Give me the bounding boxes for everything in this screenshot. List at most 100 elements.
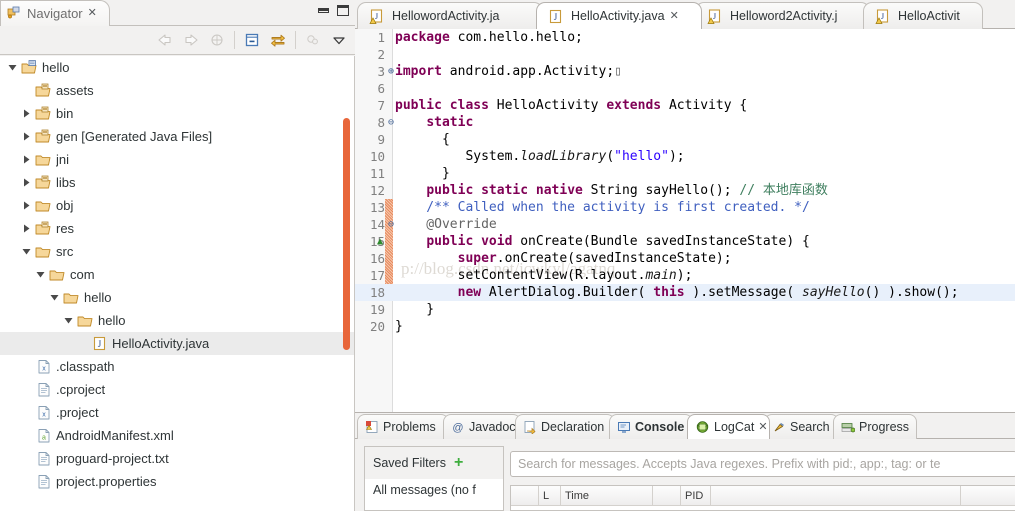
bottom-tab-label: Search (790, 420, 830, 434)
tree-item-assets[interactable]: assets (0, 79, 354, 102)
project-tree[interactable]: hello assets bin gen [Generated Java Files]… (0, 56, 355, 511)
code-text: public class HelloActivity extends Activ… (395, 98, 748, 113)
tree-item-bin[interactable]: bin (0, 102, 354, 125)
twisty-open-icon[interactable] (46, 293, 62, 302)
editor-tab-1[interactable]: J HelloActivity.java ✕ (536, 2, 702, 29)
code-editor[interactable]: p://blog.csdn.net/jcwkyl/agatnq 1 package… (355, 29, 1015, 412)
editor-tab-label: HelloActivit (898, 9, 960, 23)
code-text: setContentView(R.layout.main); (395, 268, 693, 283)
tree-item-obj[interactable]: obj (0, 194, 354, 217)
line-number: 14 (369, 217, 385, 232)
twisty-closed-icon[interactable] (18, 132, 34, 141)
code-line: 19 } (355, 301, 1015, 318)
navigator-scrollbar[interactable] (343, 118, 350, 350)
text-file-icon (34, 451, 52, 466)
logcat-column-header[interactable] (653, 486, 681, 505)
tree-item-hello[interactable]: hello (0, 56, 354, 79)
twisty-closed-icon[interactable] (18, 224, 34, 233)
xml-file-icon: x (34, 359, 52, 374)
twisty-open-icon[interactable] (18, 247, 34, 256)
twisty-closed-icon[interactable] (18, 178, 34, 187)
editor-area: J HellowordActivity.ja J HelloActivity.java… (355, 0, 1015, 412)
code-text: package com.hello.hello; (395, 30, 583, 45)
tree-item-project-properties[interactable]: project.properties (0, 470, 354, 493)
tree-item-label: project.properties (56, 474, 157, 489)
editor-tab-label: HelloActivity.java (571, 9, 665, 23)
twisty-closed-icon[interactable] (18, 109, 34, 118)
bottom-tab-label: Javadoc (469, 420, 516, 434)
navigator-tabbar: Navigator ✕ (0, 0, 355, 26)
logcat-search-input[interactable]: Search for messages. Accepts Java regexe… (510, 451, 1015, 477)
minimize-icon[interactable] (318, 8, 329, 13)
twisty-open-icon[interactable] (60, 316, 76, 325)
navigator-close-icon[interactable]: ✕ (88, 8, 97, 19)
text-file-icon (34, 474, 52, 489)
navigator-tab[interactable]: Navigator ✕ (0, 0, 110, 26)
code-line: 8 ⊖ static (355, 114, 1015, 131)
bottom-tab-console[interactable]: Console (609, 414, 693, 439)
twisty-open-icon[interactable] (4, 63, 20, 72)
tree-item-src[interactable]: src (0, 240, 354, 263)
tree-item-com[interactable]: com (0, 263, 354, 286)
logcat-table[interactable]: L Time PID (510, 485, 1015, 511)
code-line: 13 /** Called when the activity is first… (355, 199, 1015, 216)
link-with-editor-icon[interactable] (266, 29, 290, 51)
bottom-tab-declaration[interactable]: Declaration (515, 414, 615, 439)
bottom-tab-progress[interactable]: Progress (833, 414, 917, 439)
folder-icon (34, 152, 52, 167)
logcat-column-header[interactable]: Time (561, 486, 653, 505)
view-menu-icon[interactable] (327, 29, 351, 51)
bottom-tab-search[interactable]: Search (764, 414, 839, 439)
navigator-toolbar (0, 26, 355, 55)
tree-item-proguard-project-txt[interactable]: proguard-project.txt (0, 447, 354, 470)
tree-item-jni[interactable]: jni (0, 148, 354, 171)
tree-item-project[interactable]: x .project (0, 401, 354, 424)
bottom-tab-label: LogCat (714, 420, 755, 434)
logcat-column-header[interactable] (511, 486, 539, 505)
tree-item-helloactivity-java[interactable]: J HelloActivity.java (0, 332, 354, 355)
home-icon[interactable] (205, 29, 229, 51)
project-folder-icon (20, 60, 38, 75)
bottom-tab-label: Console (635, 420, 685, 434)
back-icon[interactable] (153, 29, 177, 51)
editor-tab-2[interactable]: J Helloword2Activity.j (695, 2, 870, 29)
bottom-tab-problems[interactable]: Problems (357, 414, 449, 439)
declaration-icon (523, 420, 537, 434)
tree-item-libs[interactable]: libs (0, 171, 354, 194)
javadoc-icon: @ (451, 420, 465, 434)
editor-tab-3[interactable]: J HelloActivit (863, 2, 983, 29)
logcat-column-header[interactable]: PID (681, 486, 711, 505)
list-item[interactable]: All messages (no f (365, 479, 503, 501)
code-lines: 1 package com.hello.hello; 2 3 ⊕ import andro… (355, 29, 1015, 412)
editor-tab-0[interactable]: J HellowordActivity.ja (357, 2, 543, 29)
bottom-tab-javadoc[interactable]: @ Javadoc (443, 414, 521, 439)
tree-item-hello[interactable]: hello (0, 309, 354, 332)
twisty-open-icon[interactable] (32, 270, 48, 279)
svg-text:J: J (97, 339, 101, 349)
editor-tab-close-icon[interactable]: ✕ (670, 10, 679, 22)
folder-icon (34, 198, 52, 213)
tree-item-classpath[interactable]: x .classpath (0, 355, 354, 378)
tree-item-androidmanifest-xml[interactable]: a AndroidManifest.xml (0, 424, 354, 447)
forward-icon[interactable] (179, 29, 203, 51)
bottom-tab-logcat[interactable]: LogCat ✕ (687, 414, 770, 439)
tree-item-hello[interactable]: hello (0, 286, 354, 309)
twisty-closed-icon[interactable] (18, 155, 34, 164)
twisty-closed-icon[interactable] (18, 201, 34, 210)
src-folder-icon (34, 175, 52, 190)
tree-item-cproject[interactable]: .cproject (0, 378, 354, 401)
tree-item-res[interactable]: res (0, 217, 354, 240)
add-filter-icon[interactable]: + (454, 455, 463, 471)
collapse-all-icon[interactable] (240, 29, 264, 51)
xml-file-icon: x (34, 405, 52, 420)
logcat-column-header[interactable] (711, 486, 961, 505)
maximize-icon[interactable] (337, 5, 349, 16)
tree-item-label: AndroidManifest.xml (56, 428, 174, 443)
tree-item-label: hello (84, 290, 112, 305)
focus-icon[interactable] (301, 29, 325, 51)
toolbar-separator-2 (295, 31, 296, 49)
tree-item-gen-generated-java-files[interactable]: gen [Generated Java Files] (0, 125, 354, 148)
folder-icon (48, 267, 66, 282)
bottom-tab-close-icon[interactable]: ✕ (758, 421, 767, 433)
logcat-column-header[interactable]: L (539, 486, 561, 505)
